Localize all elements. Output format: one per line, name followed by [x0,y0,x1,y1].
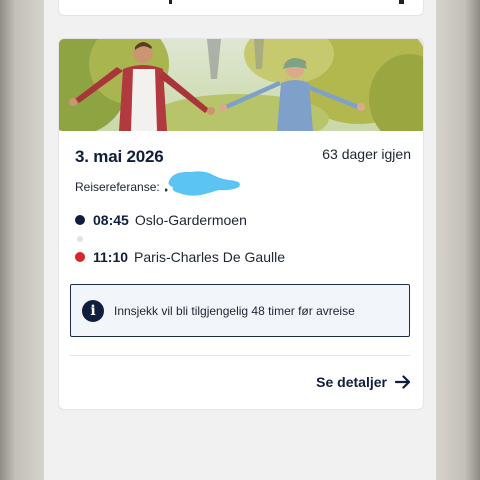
see-details-label: Se detaljer [316,374,387,390]
info-icon: i [82,300,104,322]
departure-dot [75,215,85,226]
previous-trip-card[interactable] [58,0,424,16]
trip-hero-image [59,39,423,131]
arrival-dot [75,252,85,263]
arrival-time: 11:10 [93,249,129,265]
checkin-info-box: i Innsjekk vil bli tilgjengelig 48 timer… [70,284,410,337]
arrow-right-icon [395,375,411,389]
checkin-info-text: Innsjekk vil bli tilgjengelig 48 timer f… [114,304,355,318]
previous-card-fragment [169,0,172,4]
background-left [0,0,44,480]
route-connector-dot [77,236,83,242]
trip-date: 3. mai 2026 [75,147,164,166]
app-screen: 3. mai 2026 63 dager igjen Reisereferans… [44,0,436,480]
booking-reference-label: Reisereferanse: [75,180,160,194]
arrival-airport: Paris-Charles De Gaulle [134,249,285,265]
departure-airport: Oslo-Gardermoen [134,212,247,228]
departure-row: 08:45 Oslo-Gardermoen [75,212,247,228]
arrival-row: 11:10 Paris-Charles De Gaulle [75,249,285,265]
trip-card[interactable]: 3. mai 2026 63 dager igjen Reisereferans… [58,38,424,410]
background-right [436,0,480,480]
see-details-button[interactable]: Se detaljer [316,374,411,390]
departure-time: 08:45 [93,212,129,228]
previous-card-fragment [399,0,404,4]
days-remaining: 63 dager igjen [322,146,411,162]
card-divider [70,355,410,356]
redaction-scribble [165,171,240,196]
